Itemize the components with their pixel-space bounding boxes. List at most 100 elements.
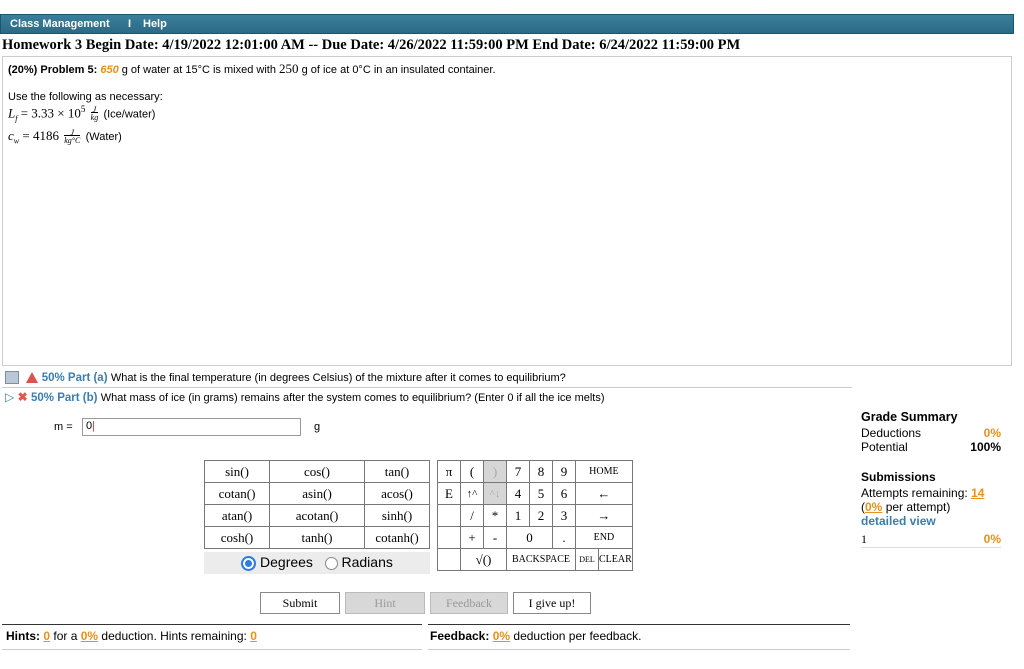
feedback-label: Feedback: — [430, 629, 490, 643]
potential-label: Potential — [861, 440, 908, 454]
clear-button[interactable]: CLEAR — [598, 548, 633, 571]
grade-title: Grade Summary — [861, 410, 958, 424]
feedback-bar: Feedback: 0% deduction per feedback. — [428, 624, 850, 650]
star-button[interactable]: * — [483, 504, 507, 527]
potential-value: 100% — [970, 440, 1001, 454]
home-button[interactable]: HOME — [575, 460, 633, 483]
lparen-button[interactable]: ( — [460, 460, 484, 483]
hints-bar: Hints: 0 for a 0% deduction. Hints remai… — [2, 624, 422, 650]
key-9[interactable]: 9 — [552, 460, 576, 483]
specific-heat-constant: cw = 4186 J kg°C (Water) — [8, 128, 122, 146]
cw-note: (Water) — [85, 131, 122, 143]
key-2[interactable]: 2 — [529, 504, 553, 527]
feedback-pct: 0% — [492, 629, 511, 643]
deductions-label: Deductions — [861, 426, 922, 440]
problem-text-b: g of ice at 0°C in an insulated containe… — [301, 64, 496, 76]
grade-summary: Grade Summary Deductions 0% Potential 10… — [861, 410, 1001, 548]
attempts-row: Attempts remaining: 14 — [861, 486, 1001, 500]
key-4[interactable]: 4 — [506, 482, 530, 505]
warning-icon — [26, 372, 39, 384]
submit-button[interactable]: Submit — [260, 592, 340, 614]
key-0[interactable]: 0 — [506, 526, 553, 549]
dot-button[interactable]: . — [552, 526, 576, 549]
cw-value: = 4186 — [22, 128, 59, 143]
cotanh-button[interactable]: cotanh() — [364, 526, 430, 549]
end-button[interactable]: END — [575, 526, 633, 549]
latent-heat-constant: Lf = 3.33 × 105 J kg (Ice/water) — [8, 104, 155, 123]
e-button[interactable]: E — [437, 482, 461, 505]
acotan-button[interactable]: acotan() — [269, 504, 365, 527]
lf-exponent: 5 — [80, 104, 86, 114]
submission-row: 1 0% — [861, 532, 1001, 548]
degrees-radio[interactable] — [241, 555, 257, 571]
plus-button[interactable]: + — [460, 526, 484, 549]
problem-text-a: g of water at 15°C is mixed with — [121, 64, 276, 76]
cw-sub: w — [13, 136, 20, 146]
detailed-view-link[interactable]: detailed view — [861, 514, 1001, 528]
ice-mass: 250 — [279, 61, 299, 76]
menu-help[interactable]: Help — [143, 18, 167, 30]
feedback-button[interactable]: Feedback — [430, 592, 508, 614]
part-a-weight: 50% Part (a) — [41, 372, 108, 384]
problem-label: Problem 5: — [40, 64, 98, 76]
hints-for-a: for a — [53, 629, 78, 643]
cw-unit-den: kg°C — [64, 135, 81, 146]
collapse-icon[interactable] — [5, 371, 19, 385]
key-1[interactable]: 1 — [506, 504, 530, 527]
key-7[interactable]: 7 — [506, 460, 530, 483]
key-6[interactable]: 6 — [552, 482, 576, 505]
atan-button[interactable]: atan() — [204, 504, 270, 527]
answer-input[interactable]: 0| — [82, 418, 301, 436]
attempts-value: 14 — [971, 486, 985, 500]
deductions-row: Deductions 0% — [861, 426, 1001, 440]
cosh-button[interactable]: cosh() — [204, 526, 270, 549]
key-8[interactable]: 8 — [529, 460, 553, 483]
sinh-button[interactable]: sinh() — [364, 504, 430, 527]
potential-row: Potential 100% — [861, 440, 1001, 454]
submission-pct: 0% — [983, 532, 1001, 546]
del-button[interactable]: DEL — [575, 548, 599, 571]
give-up-button[interactable]: I give up! — [513, 592, 591, 614]
sin-button[interactable]: sin() — [204, 460, 270, 483]
menu-class-management[interactable]: Class Management — [10, 18, 110, 30]
top-menu-bar: Class Management I Help — [0, 14, 1014, 34]
answer-unit: g — [314, 421, 321, 433]
asin-button[interactable]: asin() — [269, 482, 365, 505]
key-5[interactable]: 5 — [529, 482, 553, 505]
per-attempt-pct: 0% — [865, 500, 883, 514]
pi-button[interactable]: π — [437, 460, 461, 483]
backspace-button[interactable]: BACKSPACE — [506, 548, 576, 571]
part-a-row[interactable]: 50% Part (a) What is the final temperatu… — [5, 370, 566, 385]
hint-button[interactable]: Hint — [345, 592, 425, 614]
acos-button[interactable]: acos() — [364, 482, 430, 505]
menu-separator: I — [128, 18, 132, 30]
radians-label: Radians — [341, 554, 393, 570]
down-button[interactable]: ^↓ — [483, 482, 507, 505]
attempts-label: Attempts remaining: — [861, 486, 968, 500]
hints-text: deduction. Hints remaining: — [101, 629, 247, 643]
radians-radio[interactable] — [324, 556, 338, 570]
lf-note: (Ice/water) — [103, 108, 156, 121]
lf-sub: f — [15, 113, 18, 123]
water-mass: 650 — [100, 64, 119, 76]
cw-unit: J kg°C — [64, 129, 81, 146]
right-arrow-button[interactable]: → — [575, 504, 633, 527]
slash-button[interactable]: / — [460, 504, 484, 527]
sqrt-button[interactable]: √() — [460, 548, 507, 571]
left-arrow-button[interactable]: ← — [575, 482, 633, 505]
rparen-button[interactable]: ) — [483, 460, 507, 483]
angle-mode-group: Degrees Radians — [204, 552, 430, 574]
key-3[interactable]: 3 — [552, 504, 576, 527]
per-attempt-row: (0% per attempt) — [861, 500, 951, 514]
tan-button[interactable]: tan() — [364, 460, 430, 483]
lf-unit: J kg — [90, 106, 99, 123]
problem-weight: (20%) — [8, 64, 38, 76]
cotan-button[interactable]: cotan() — [204, 482, 270, 505]
part-a-question: What is the final temperature (in degree… — [110, 372, 566, 384]
minus-button[interactable]: - — [483, 526, 507, 549]
cos-button[interactable]: cos() — [269, 460, 365, 483]
problem-statement: (20%) Problem 5: 650 g of water at 15°C … — [8, 61, 496, 77]
tanh-button[interactable]: tanh() — [269, 526, 365, 549]
submissions-title: Submissions — [861, 470, 936, 484]
up-button[interactable]: ↑^ — [460, 482, 484, 505]
